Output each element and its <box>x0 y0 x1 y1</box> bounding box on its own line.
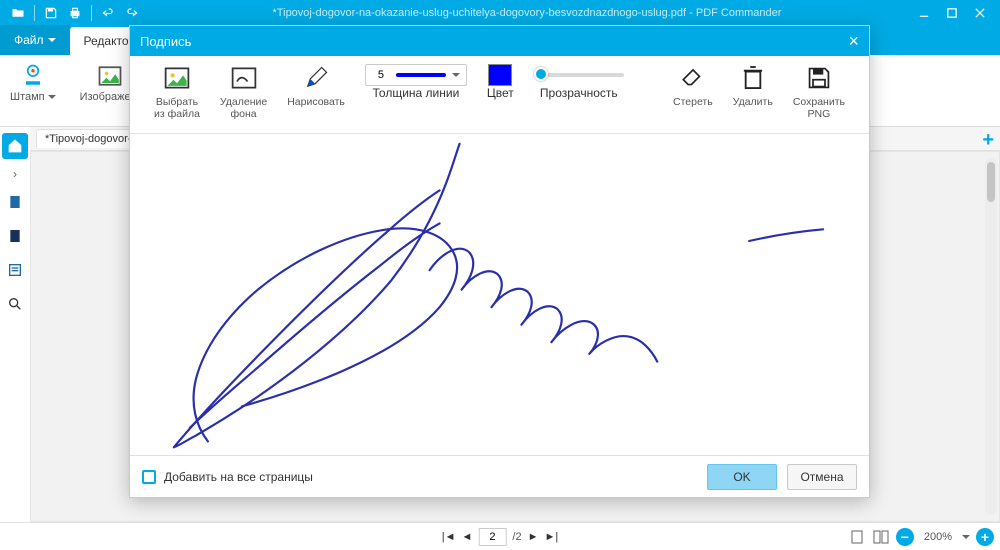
dialog-footer: Добавить на все страницы OK Отмена <box>130 455 869 497</box>
maximize-icon[interactable] <box>938 2 966 24</box>
save-png-label: Сохранить PNG <box>793 96 845 120</box>
file-tab-label: Файл <box>14 33 44 47</box>
search-icon[interactable] <box>2 291 28 317</box>
zoom-out-button[interactable]: − <box>896 528 914 546</box>
checkbox-box <box>142 470 156 484</box>
erase-label: Стереть <box>673 96 713 108</box>
view-single-icon[interactable] <box>848 528 866 546</box>
stamp-label: Штамп <box>10 91 45 103</box>
prev-page-icon[interactable]: ◄ <box>462 531 473 543</box>
file-tab[interactable]: Файл <box>0 25 70 55</box>
cancel-button[interactable]: Отмена <box>787 464 857 490</box>
signature-canvas[interactable] <box>130 134 869 455</box>
image-file-icon <box>162 64 192 92</box>
bookmark-icon[interactable] <box>2 223 28 249</box>
draw-button[interactable]: Нарисовать <box>277 64 355 108</box>
stamp-button[interactable]: Штамп <box>10 61 56 103</box>
erase-button[interactable]: Стереть <box>663 64 723 120</box>
line-preview-icon <box>396 73 446 77</box>
pen-icon <box>301 64 331 92</box>
ok-button[interactable]: OK <box>707 464 777 490</box>
dialog-title-bar: Подпись × <box>130 26 869 56</box>
close-icon[interactable]: × <box>848 32 859 50</box>
color-label: Цвет <box>487 86 514 100</box>
redo-icon[interactable] <box>120 2 144 24</box>
line-width-input[interactable] <box>372 69 390 81</box>
chevron-down-icon[interactable] <box>452 73 460 77</box>
view-double-icon[interactable] <box>872 528 890 546</box>
pager: |◄ ◄ /2 ► ►| <box>442 528 558 546</box>
trash-icon <box>738 64 768 92</box>
remove-background-label: Удаление фона <box>220 96 267 120</box>
dialog-title: Подпись <box>140 34 191 49</box>
color-picker[interactable]: Цвет <box>477 64 524 100</box>
last-page-icon[interactable]: ►| <box>544 531 558 543</box>
window-title: *Tipovoj-dogovor-na-okazanie-uslug-uchit… <box>144 7 910 19</box>
vertical-scrollbar[interactable] <box>985 158 997 515</box>
transparency-label: Прозрачность <box>540 86 618 100</box>
signature-dialog: Подпись × Выбрать из файла Удаление фона… <box>129 25 870 498</box>
title-bar: *Tipovoj-dogovor-na-okazanie-uslug-uchit… <box>0 0 1000 25</box>
signature-stroke <box>130 134 869 455</box>
eraser-icon <box>678 64 708 92</box>
remove-bg-icon <box>229 64 259 92</box>
zoom-controls: − 200% + <box>848 528 994 546</box>
page-icon[interactable] <box>2 189 28 215</box>
close-window-icon[interactable] <box>966 2 994 24</box>
side-dock: › <box>0 127 30 522</box>
save-png-button[interactable]: Сохранить PNG <box>783 64 855 120</box>
next-page-icon[interactable]: ► <box>528 531 539 543</box>
first-page-icon[interactable]: |◄ <box>442 531 456 543</box>
zoom-in-button[interactable]: + <box>976 528 994 546</box>
draw-label: Нарисовать <box>287 96 345 108</box>
line-width-label: Толщина линии <box>373 86 460 100</box>
save-icon[interactable] <box>39 2 63 24</box>
minimize-icon[interactable] <box>910 2 938 24</box>
delete-button[interactable]: Удалить <box>723 64 783 120</box>
zoom-dropdown-icon[interactable] <box>962 535 970 539</box>
editor-tab-label: Редактор <box>84 34 136 48</box>
chevron-down-icon <box>48 95 56 99</box>
add-all-pages-checkbox[interactable]: Добавить на все страницы <box>142 470 313 484</box>
slider-knob[interactable] <box>534 67 548 81</box>
remove-background-button[interactable]: Удаление фона <box>210 64 277 120</box>
status-bar: |◄ ◄ /2 ► ►| − 200% + <box>0 522 1000 550</box>
undo-icon[interactable] <box>96 2 120 24</box>
home-icon[interactable] <box>2 133 28 159</box>
line-width-control[interactable]: Толщина линии <box>355 64 477 100</box>
scrollbar-thumb[interactable] <box>987 162 995 202</box>
chevron-down-icon <box>48 38 56 42</box>
color-swatch[interactable] <box>488 64 512 86</box>
signature-tools: Выбрать из файла Удаление фона Нарисоват… <box>130 56 869 134</box>
chevron-right-icon[interactable]: › <box>13 167 17 181</box>
choose-from-file-button[interactable]: Выбрать из файла <box>144 64 210 120</box>
add-all-pages-label: Добавить на все страницы <box>164 470 313 484</box>
image-icon <box>95 61 125 91</box>
stamp-icon <box>18 61 48 91</box>
zoom-value: 200% <box>920 531 956 543</box>
print-icon[interactable] <box>63 2 87 24</box>
delete-label: Удалить <box>733 96 773 108</box>
save-png-icon <box>804 64 834 92</box>
page-input[interactable] <box>478 528 506 546</box>
transparency-slider[interactable] <box>534 64 624 86</box>
page-total: /2 <box>512 531 521 543</box>
notes-icon[interactable] <box>2 257 28 283</box>
transparency-control[interactable]: Прозрачность <box>524 64 634 100</box>
add-tab-icon[interactable]: + <box>982 129 994 152</box>
open-file-icon[interactable] <box>6 2 30 24</box>
choose-from-file-label: Выбрать из файла <box>154 96 200 120</box>
